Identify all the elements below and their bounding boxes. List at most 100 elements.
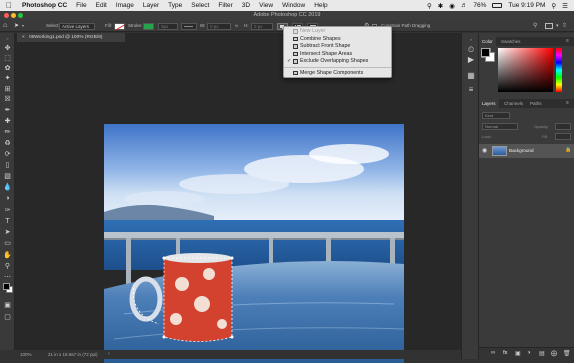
stroke-type-dropdown[interactable] — [181, 22, 197, 30]
share-icon[interactable]: ⇧ — [562, 20, 567, 32]
battery-icon[interactable] — [492, 3, 503, 8]
menu-3d[interactable]: 3D — [242, 2, 250, 9]
menu-type[interactable]: Type — [168, 2, 182, 9]
move-tool-icon[interactable]: ✥ — [3, 44, 12, 53]
search-icon[interactable]: ⚲ — [427, 2, 432, 10]
type-tool-icon[interactable]: T — [3, 217, 12, 226]
layer-visibility-eye-icon[interactable]: ◉ — [482, 147, 487, 154]
notification-center-icon[interactable]: ☰ — [562, 2, 568, 10]
delete-layer-icon[interactable]: 🗑 — [563, 350, 571, 357]
fill-swatch[interactable] — [114, 22, 125, 30]
collapse-panels-icon[interactable]: « — [466, 35, 476, 45]
stroke-width-field[interactable]: 0px — [158, 22, 178, 30]
link-layers-icon[interactable]: ∞ — [491, 350, 495, 356]
search-icon[interactable]: ⚲ — [533, 20, 537, 32]
path-selection-tool-icon[interactable]: ➤ — [3, 228, 12, 237]
tab-channels[interactable]: Channels — [504, 99, 523, 108]
new-layer-icon[interactable]: ⨁ — [551, 350, 557, 357]
layer-kind-filter[interactable]: Kind — [482, 112, 510, 119]
hand-tool-icon[interactable]: ✋ — [3, 251, 12, 260]
menu-item-intersect-shape-areas[interactable]: Intersect Shape Areas — [284, 51, 391, 58]
gradient-tool-icon[interactable]: ▧ — [3, 172, 12, 181]
tab-paths[interactable]: Paths — [530, 99, 542, 108]
tab-layers[interactable]: Layers — [479, 99, 499, 108]
eraser-tool-icon[interactable]: ▯ — [3, 161, 12, 170]
libraries-panel-icon[interactable]: ▦ — [466, 71, 476, 81]
spotlight-icon[interactable]: ⚲ — [551, 2, 556, 10]
bluetooth-icon[interactable]: ✱ — [438, 2, 443, 10]
height-field[interactable]: 0 px — [251, 22, 273, 30]
canvas-area[interactable] — [15, 42, 461, 363]
select-dropdown[interactable]: Active Layers — [59, 22, 95, 30]
add-mask-icon[interactable]: ▣ — [515, 350, 521, 357]
hue-slider[interactable] — [556, 48, 562, 92]
menu-window[interactable]: Window — [282, 2, 305, 9]
quick-mask-icon[interactable]: ▣ — [3, 301, 12, 310]
rectangle-tool-icon[interactable]: ▭ — [3, 239, 12, 248]
tool-preset-chevron-icon[interactable]: ▾ — [22, 20, 24, 32]
healing-brush-tool-icon[interactable]: ✚ — [3, 117, 12, 126]
menu-item-new-layer[interactable]: New Layer — [284, 28, 391, 35]
brush-tool-icon[interactable]: ✏ — [3, 128, 12, 137]
fill-field[interactable] — [555, 133, 571, 140]
adjustment-layer-icon[interactable]: ◑ — [527, 350, 531, 356]
collapse-tools-icon[interactable]: » — [3, 34, 12, 43]
menu-image[interactable]: Image — [116, 2, 134, 9]
battery-percent[interactable]: 76% — [473, 2, 486, 9]
status-arrow-icon[interactable]: › — [108, 350, 110, 359]
document-tab-close-icon[interactable]: × — [22, 35, 25, 40]
history-brush-tool-icon[interactable]: ⟳ — [3, 150, 12, 159]
layer-style-icon[interactable]: fx — [503, 350, 507, 356]
edit-toolbar-icon[interactable]: ⋯ — [3, 273, 12, 282]
blend-mode-dropdown[interactable]: Normal — [482, 123, 518, 130]
layer-row-background[interactable]: ◉ Background 🔒 — [479, 144, 574, 158]
zoom-level[interactable]: 100% — [20, 350, 32, 359]
eyedropper-tool-icon[interactable]: ✒ — [3, 106, 12, 115]
crop-tool-icon[interactable]: ⊞ — [3, 85, 12, 94]
width-field[interactable]: 0 px — [207, 22, 231, 30]
lasso-tool-icon[interactable]: ✿ — [3, 64, 12, 73]
document-tab[interactable]: × 08Working1.psd @ 100% (RGB/8) — [17, 33, 125, 42]
blur-tool-icon[interactable]: 💧 — [3, 183, 12, 192]
marquee-tool-icon[interactable]: ⬚ — [3, 54, 12, 63]
color-panel-menu-icon[interactable]: ≡ — [566, 37, 569, 46]
home-icon[interactable]: ⌂ — [3, 20, 7, 32]
tab-swatches[interactable]: Swatches — [501, 37, 521, 46]
foreground-color-swatch-front[interactable] — [3, 283, 10, 290]
document-photo[interactable] — [104, 124, 404, 363]
menu-clock[interactable]: Tue 9:19 PM — [508, 2, 545, 9]
pen-tool-icon[interactable]: ✑ — [3, 206, 12, 215]
tab-color[interactable]: Color — [479, 37, 496, 46]
stroke-swatch[interactable] — [143, 22, 154, 30]
screen-mode-icon[interactable]: ▢ — [3, 313, 12, 322]
menu-filter[interactable]: Filter — [218, 2, 232, 9]
actions-panel-icon[interactable]: ▶ — [466, 55, 476, 65]
link-icon[interactable]: ∞ — [235, 20, 238, 32]
clone-stamp-tool-icon[interactable]: ♻ — [3, 139, 12, 148]
history-panel-icon[interactable]: ⏲ — [466, 45, 476, 55]
menu-edit[interactable]: Edit — [96, 2, 107, 9]
menu-select[interactable]: Select — [191, 2, 209, 9]
dodge-tool-icon[interactable]: ◑ — [3, 194, 12, 203]
menu-item-exclude-overlapping-shapes[interactable]: ✓ Exclude Overlapping Shapes — [284, 58, 391, 65]
volume-icon[interactable]: ♬ — [461, 2, 468, 9]
quick-selection-tool-icon[interactable]: ✦ — [3, 74, 12, 83]
menu-file[interactable]: File — [76, 2, 86, 9]
workspace-icon[interactable] — [545, 23, 553, 29]
path-selection-tool-icon[interactable]: ➤ — [14, 20, 19, 32]
menu-item-subtract-front-shape[interactable]: Subtract Front Shape — [284, 43, 391, 50]
wifi-icon[interactable]: ◉ — [449, 2, 455, 10]
apple-icon[interactable]:  — [6, 1, 14, 10]
opacity-field[interactable] — [555, 123, 571, 130]
panel-foreground-swatch-front[interactable] — [481, 48, 490, 57]
menu-item-merge-shape-components[interactable]: Merge Shape Components — [284, 70, 391, 77]
menu-item-combine-shapes[interactable]: Combine Shapes — [284, 36, 391, 43]
menu-help[interactable]: Help — [314, 2, 327, 9]
menu-view[interactable]: View — [259, 2, 273, 9]
color-field[interactable] — [498, 48, 553, 92]
menu-app-name[interactable]: Photoshop CC — [22, 2, 67, 9]
zoom-tool-icon[interactable]: ⚲ — [3, 262, 12, 271]
new-group-icon[interactable]: ▤ — [539, 350, 545, 357]
layers-panel-menu-icon[interactable]: ≡ — [566, 99, 569, 108]
properties-panel-icon[interactable]: ≡ — [466, 85, 476, 95]
